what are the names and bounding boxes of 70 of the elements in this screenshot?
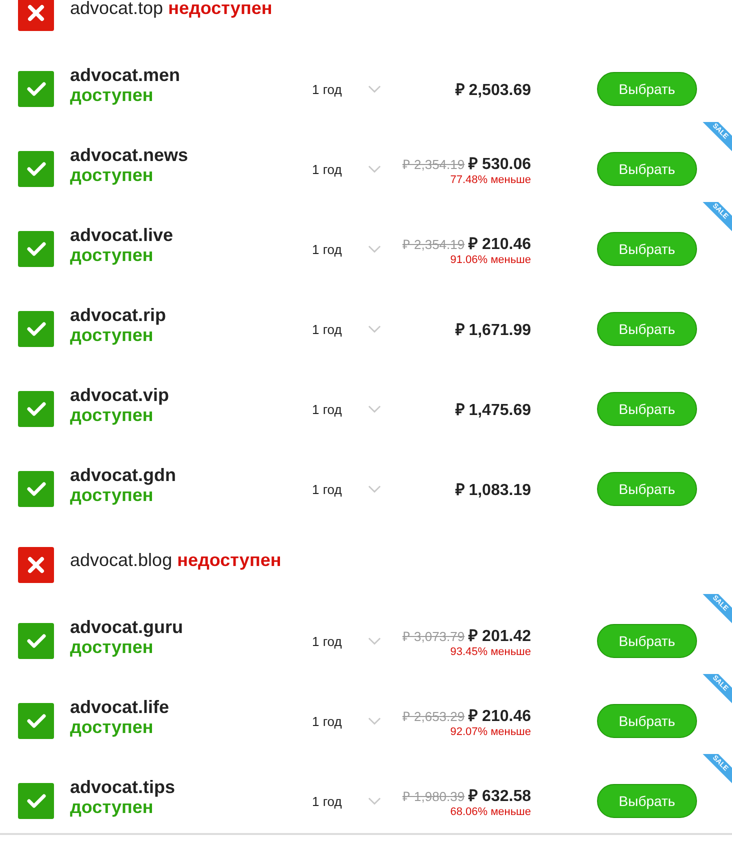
- period-dropdown[interactable]: 1 год: [312, 322, 368, 336]
- domain-name: advocat.blog: [70, 550, 172, 570]
- price: ₽ 210.46: [468, 707, 531, 726]
- price: ₽ 632.58: [468, 787, 531, 806]
- chevron-down-icon[interactable]: [368, 325, 381, 333]
- chevron-down-icon[interactable]: [368, 797, 381, 805]
- period-dropdown[interactable]: 1 год: [312, 634, 368, 648]
- price: ₽ 210.46: [468, 235, 531, 254]
- period-dropdown[interactable]: 1 год: [312, 794, 368, 808]
- status-label: недоступен: [177, 550, 282, 570]
- price: ₽ 1,671.99: [455, 321, 531, 340]
- check-icon: [18, 391, 54, 427]
- domain-name: advocat.gdn: [70, 465, 178, 485]
- status-label: доступен: [70, 637, 154, 657]
- price: ₽ 1,475.69: [455, 401, 531, 420]
- chevron-down-icon[interactable]: [368, 165, 381, 173]
- check-icon: [18, 471, 54, 507]
- status-label: доступен: [70, 85, 154, 105]
- status-label: недоступен: [168, 0, 272, 18]
- old-price: ₽ 2,653.29: [402, 708, 465, 725]
- period-dropdown[interactable]: 1 год: [312, 162, 368, 176]
- domain-name: advocat.vip: [70, 385, 170, 405]
- period-dropdown[interactable]: 1 год: [312, 482, 368, 496]
- price: ₽ 2,503.69: [455, 81, 531, 100]
- old-price: ₽ 2,354.19: [402, 156, 465, 173]
- domain-name: advocat.top: [70, 0, 164, 18]
- status-label: доступен: [70, 325, 154, 345]
- domain-name: advocat.news: [70, 145, 190, 165]
- price: ₽ 530.06: [468, 155, 531, 174]
- domain-name: advocat.rip: [70, 305, 168, 325]
- period-dropdown[interactable]: 1 год: [312, 402, 368, 416]
- period-dropdown[interactable]: 1 год: [312, 242, 368, 256]
- chevron-down-icon[interactable]: [368, 485, 381, 493]
- domain-name: advocat.live: [70, 225, 174, 245]
- chevron-down-icon[interactable]: [368, 245, 381, 253]
- discount-label: 77.48% меньше: [450, 174, 531, 186]
- chevron-down-icon[interactable]: [368, 637, 381, 645]
- domain-name: advocat.guru: [70, 617, 184, 637]
- status-label: доступен: [70, 405, 154, 425]
- cross-icon: [18, 547, 54, 583]
- price: ₽ 201.42: [468, 627, 531, 646]
- status-label: доступен: [70, 717, 154, 737]
- period-dropdown[interactable]: 1 год: [312, 714, 368, 728]
- old-price: ₽ 3,073.79: [402, 628, 465, 645]
- check-icon: [18, 703, 54, 739]
- discount-label: 92.07% меньше: [450, 726, 531, 738]
- status-label: доступен: [70, 797, 154, 817]
- discount-label: 68.06% меньше: [450, 806, 531, 818]
- check-icon: [18, 71, 54, 107]
- check-icon: [18, 311, 54, 347]
- cross-icon: [18, 0, 54, 31]
- old-price: ₽ 2,354.19: [402, 236, 465, 253]
- chevron-down-icon[interactable]: [368, 85, 381, 93]
- status-label: доступен: [70, 245, 154, 265]
- check-icon: [18, 151, 54, 187]
- discount-label: 91.06% меньше: [450, 254, 531, 266]
- check-icon: [18, 623, 54, 659]
- chevron-down-icon[interactable]: [368, 405, 381, 413]
- discount-label: 93.45% меньше: [450, 646, 531, 658]
- status-label: доступен: [70, 165, 154, 185]
- domain-name: advocat.life: [70, 697, 170, 717]
- domain-name: advocat.tips: [70, 777, 176, 797]
- check-icon: [18, 231, 54, 267]
- chevron-down-icon[interactable]: [368, 717, 381, 725]
- check-icon: [18, 783, 54, 819]
- price: ₽ 1,083.19: [455, 481, 531, 500]
- old-price: ₽ 1,980.39: [402, 788, 465, 805]
- status-label: доступен: [70, 485, 154, 505]
- period-dropdown[interactable]: 1 год: [312, 82, 368, 96]
- domain-name: advocat.men: [70, 65, 182, 85]
